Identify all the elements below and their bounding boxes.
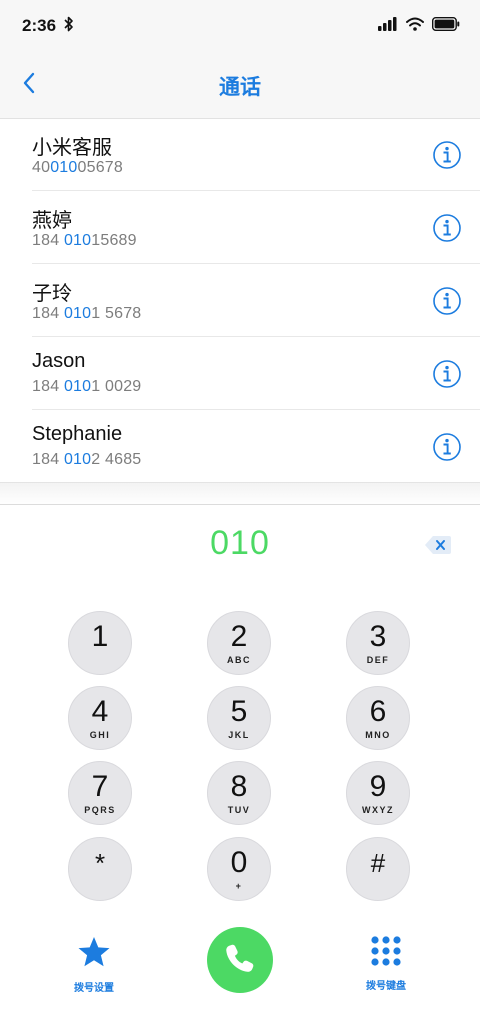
signal-icon bbox=[378, 16, 398, 36]
call-button[interactable] bbox=[207, 927, 273, 993]
key-digit: 5 bbox=[230, 694, 248, 728]
status-bar: 2:36 bbox=[0, 0, 480, 52]
divider bbox=[0, 504, 480, 505]
contact-row[interactable]: 小米客服 4001005678 bbox=[32, 118, 480, 191]
contact-number: 4001005678 bbox=[32, 159, 123, 177]
backspace-icon[interactable] bbox=[424, 534, 452, 556]
info-circle-icon[interactable] bbox=[432, 213, 462, 243]
key-letters: WXYZ bbox=[362, 804, 394, 815]
contact-row[interactable]: 子玲 184 0101 5678 bbox=[32, 264, 480, 337]
battery-icon bbox=[431, 16, 460, 36]
star-icon bbox=[77, 936, 111, 973]
number-match: 010 bbox=[63, 451, 92, 468]
key-letters: PQRS bbox=[84, 804, 116, 815]
key-letters: DEF bbox=[366, 654, 390, 665]
key-digit: 8 bbox=[230, 769, 248, 803]
key-0[interactable]: 0 + bbox=[207, 837, 271, 901]
contact-number: 184 0101 0029 bbox=[32, 378, 141, 396]
key-3[interactable]: 3 DEF bbox=[346, 611, 410, 675]
dial-keypad-button[interactable]: 拨号键盘 bbox=[346, 936, 426, 992]
contact-number: 184 0101 5678 bbox=[32, 305, 141, 323]
key-1[interactable]: 1 bbox=[68, 611, 132, 675]
contact-name: Jason bbox=[32, 350, 86, 372]
number-suffix: 1 0029 bbox=[91, 378, 142, 395]
dial-settings-button[interactable]: 拨号设置 bbox=[54, 936, 134, 994]
number-match: 010 bbox=[63, 305, 92, 322]
dial-keypad-label: 拨号键盘 bbox=[366, 981, 406, 992]
status-left: 2:36 bbox=[22, 16, 74, 37]
contact-name: 子玲 bbox=[32, 283, 72, 305]
info-circle-icon[interactable] bbox=[432, 286, 462, 316]
key-digit: 4 bbox=[91, 694, 109, 728]
number-prefix: 184 bbox=[32, 378, 64, 395]
number-suffix: 2 4685 bbox=[91, 451, 142, 468]
contact-list: 小米客服 4001005678 燕婷 184 01015689 子玲 184 0… bbox=[0, 118, 480, 483]
contact-row[interactable]: Jason 184 0101 0029 bbox=[32, 337, 480, 410]
dial-number-display: 010 bbox=[210, 524, 270, 562]
phone-icon bbox=[224, 942, 256, 979]
dialpad-grid-icon bbox=[370, 936, 402, 971]
number-match: 010 bbox=[50, 159, 78, 176]
number-match: 010 bbox=[63, 232, 92, 249]
list-scroll-fade bbox=[0, 482, 480, 505]
contact-name: Stephanie bbox=[32, 423, 123, 445]
key-digit: # bbox=[370, 847, 386, 878]
contact-number: 184 0102 4685 bbox=[32, 451, 141, 469]
nav-bar: 通话 bbox=[0, 52, 480, 119]
key-letters: TUV bbox=[227, 804, 251, 815]
key-letters: MNO bbox=[365, 729, 391, 740]
key-digit: 3 bbox=[369, 619, 387, 653]
contact-name: 燕婷 bbox=[32, 210, 72, 232]
key-9[interactable]: 9 WXYZ bbox=[346, 761, 410, 825]
number-prefix: 184 bbox=[32, 305, 64, 322]
info-circle-icon[interactable] bbox=[432, 140, 462, 170]
key-letters: ABC bbox=[227, 654, 251, 665]
key-2[interactable]: 2 ABC bbox=[207, 611, 271, 675]
key-letters: + bbox=[235, 880, 243, 891]
info-circle-icon[interactable] bbox=[432, 359, 462, 389]
key-7[interactable]: 7 PQRS bbox=[68, 761, 132, 825]
contact-number: 184 01015689 bbox=[32, 232, 137, 250]
key-8[interactable]: 8 TUV bbox=[207, 761, 271, 825]
key-5[interactable]: 5 JKL bbox=[207, 686, 271, 750]
number-prefix: 184 bbox=[32, 451, 64, 468]
key-letters: GHI bbox=[89, 729, 111, 740]
status-right bbox=[378, 16, 460, 36]
key-digit: 7 bbox=[91, 769, 109, 803]
contact-row[interactable]: Stephanie 184 0102 4685 bbox=[32, 410, 480, 483]
info-circle-icon[interactable] bbox=[432, 432, 462, 462]
key-6[interactable]: 6 MNO bbox=[346, 686, 410, 750]
key-digit: 0 bbox=[230, 845, 248, 879]
number-suffix: 1 5678 bbox=[91, 305, 142, 322]
wifi-icon bbox=[406, 17, 424, 36]
number-prefix: 40 bbox=[32, 159, 51, 176]
key-digit: 6 bbox=[369, 694, 387, 728]
key-4[interactable]: 4 GHI bbox=[68, 686, 132, 750]
key-star[interactable]: * bbox=[68, 837, 132, 901]
contact-name: 小米客服 bbox=[32, 137, 112, 159]
status-time: 2:36 bbox=[22, 16, 57, 35]
key-digit: 2 bbox=[230, 619, 248, 653]
dial-settings-label: 拨号设置 bbox=[74, 983, 114, 994]
bluetooth-icon bbox=[64, 16, 74, 37]
key-digit: 1 bbox=[91, 619, 109, 653]
key-letters: JKL bbox=[228, 729, 250, 740]
key-digit: 9 bbox=[369, 769, 387, 803]
number-suffix: 05678 bbox=[77, 159, 123, 176]
page-title: 通话 bbox=[219, 76, 261, 99]
key-hash[interactable]: # bbox=[346, 837, 410, 901]
number-suffix: 15689 bbox=[91, 232, 137, 249]
number-match: 010 bbox=[63, 378, 92, 395]
contact-row[interactable]: 燕婷 184 01015689 bbox=[32, 191, 480, 264]
number-prefix: 184 bbox=[32, 232, 64, 249]
key-digit: * bbox=[94, 847, 106, 878]
